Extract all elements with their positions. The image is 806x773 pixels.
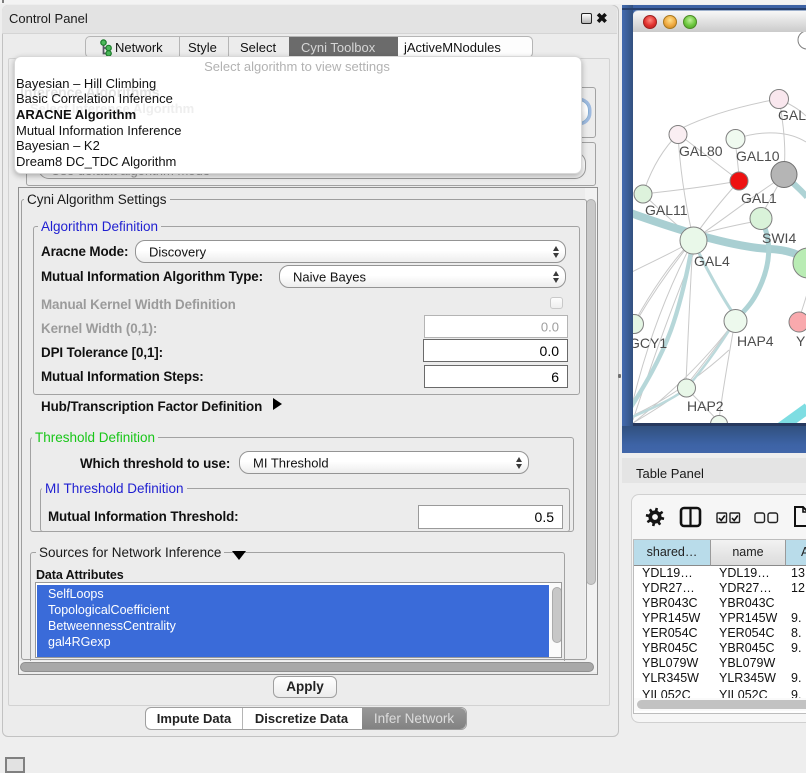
svg-text:GAL80: GAL80 (679, 143, 723, 159)
svg-text:GAL10: GAL10 (736, 148, 780, 164)
svg-text:Y: Y (796, 333, 806, 349)
svg-text:GCY1: GCY1 (633, 335, 667, 351)
svg-text:HAP2: HAP2 (687, 398, 724, 414)
svg-text:HAP4: HAP4 (737, 333, 774, 349)
svg-text:GAL1: GAL1 (741, 190, 777, 206)
svg-text:GAL2: GAL2 (778, 107, 806, 123)
svg-text:GAL11: GAL11 (645, 202, 688, 218)
svg-text:SWI4: SWI4 (762, 230, 796, 246)
svg-text:GAL4: GAL4 (694, 253, 730, 269)
